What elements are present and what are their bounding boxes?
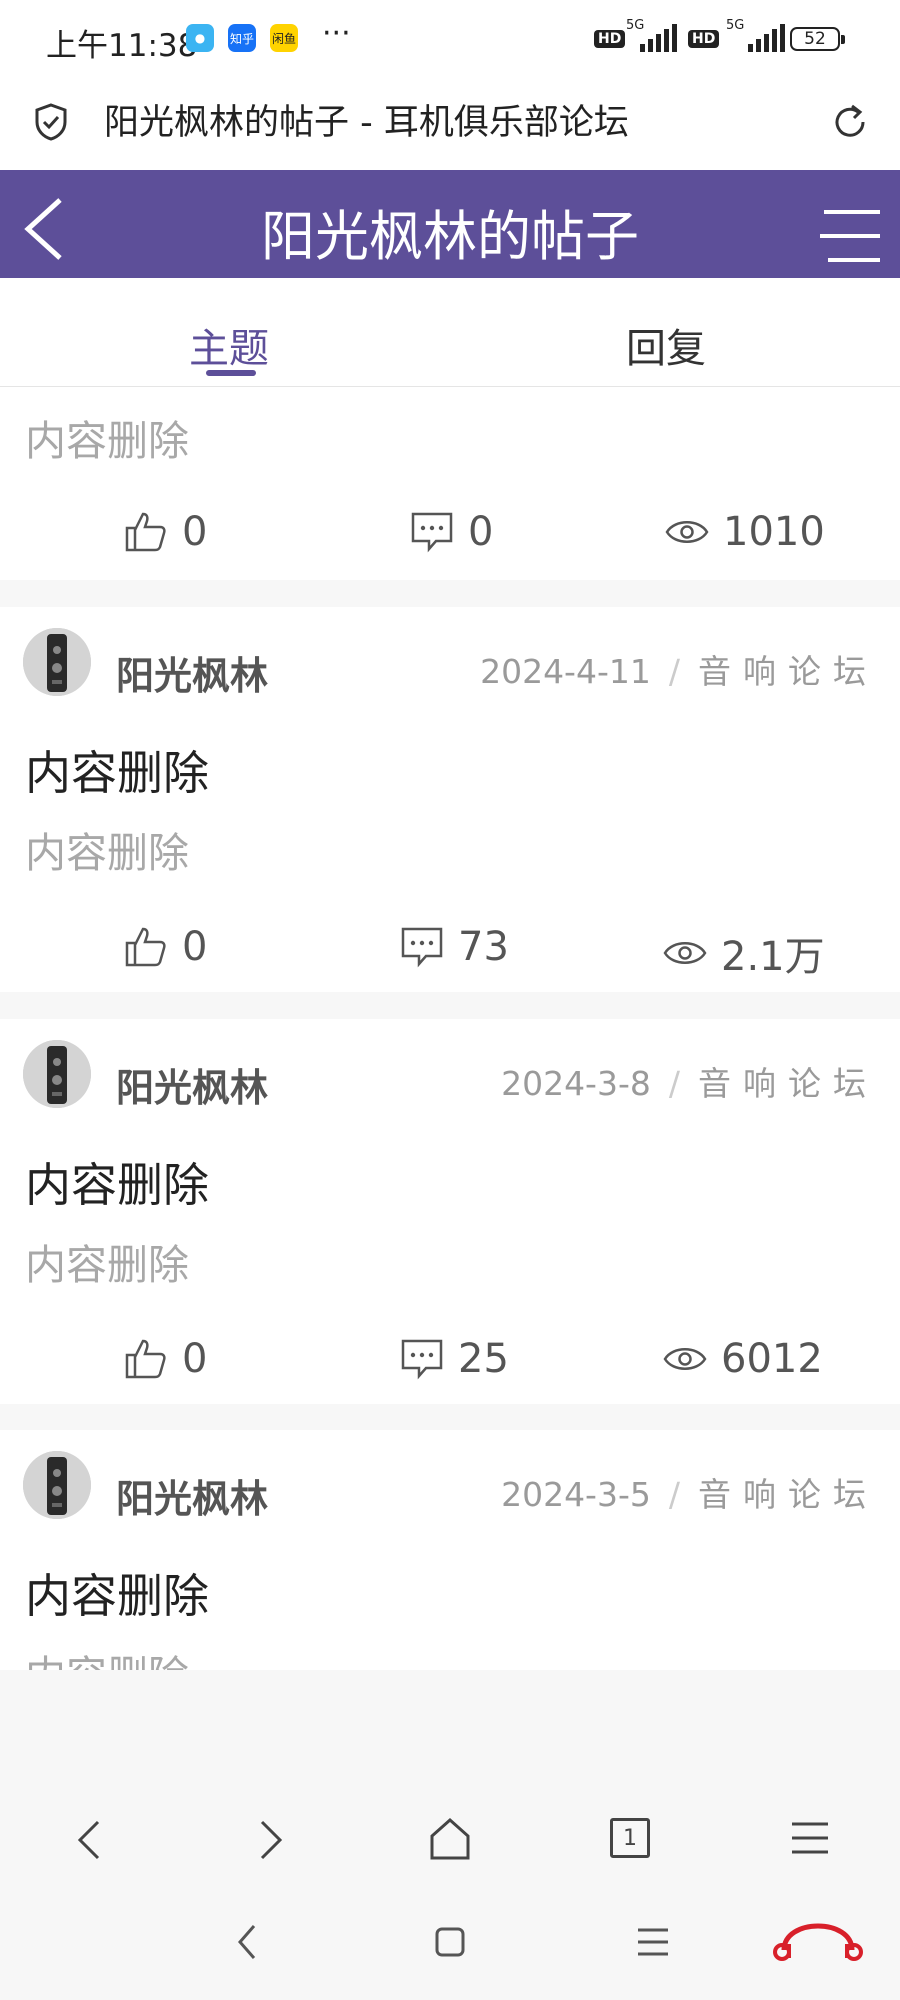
view-stat: 2.1万 (663, 924, 825, 982)
post-date: 2024-3-5 (501, 1475, 651, 1514)
hd-icon: HD (594, 30, 626, 48)
browser-menu-icon[interactable] (790, 1820, 830, 1856)
status-time: 上午11:38 (46, 28, 198, 64)
like-button[interactable]: 0 (124, 924, 207, 970)
eye-icon (663, 942, 707, 964)
signal-icon-2 (748, 22, 785, 52)
system-home-icon[interactable] (434, 1926, 466, 1958)
tab-topics[interactable]: 主题 (189, 316, 269, 374)
comment-icon (401, 1339, 443, 1380)
avatar[interactable] (23, 1040, 91, 1108)
author-name[interactable]: 阳光枫林 (116, 645, 268, 700)
comment-icon (401, 927, 443, 968)
browser-forward-icon[interactable] (252, 1818, 288, 1862)
comment-count: 73 (458, 924, 509, 970)
like-button[interactable]: 0 (124, 1336, 207, 1382)
post-title[interactable]: 内容删除 (25, 737, 209, 803)
xianyu-app-icon: 闲鱼 (270, 24, 298, 52)
forum-name[interactable]: 音响论坛 (698, 652, 878, 691)
network-type-2: 5G (726, 18, 745, 33)
post-card[interactable]: 阳光枫林 2024-3-8/音响论坛 内容删除 内容删除 0 25 6012 (0, 1019, 900, 1404)
comment-count: 25 (458, 1336, 509, 1382)
avatar[interactable] (23, 628, 91, 696)
browser-back-icon[interactable] (72, 1818, 108, 1862)
browser-url-bar[interactable]: 阳光枫林的帖子 - 耳机俱乐部论坛 (0, 78, 900, 170)
tabs-icon[interactable]: 1 (610, 1818, 650, 1858)
comment-button[interactable]: 25 (400, 1336, 509, 1382)
like-count: 0 (182, 924, 208, 970)
more-notifications-icon: ··· (322, 16, 351, 51)
thumbs-up-icon (125, 512, 166, 552)
view-count: 6012 (721, 1336, 823, 1382)
author-name[interactable]: 阳光枫林 (116, 1057, 268, 1112)
post-title[interactable]: 内容删除 (25, 1149, 209, 1215)
like-count: 0 (182, 509, 208, 555)
post-excerpt: 内容删除 (25, 417, 189, 465)
post-title[interactable]: 内容删除 (25, 1560, 209, 1626)
browser-page-title[interactable]: 阳光枫林的帖子 - 耳机俱乐部论坛 (104, 94, 629, 145)
speaker-avatar-icon (23, 1451, 91, 1519)
forum-name[interactable]: 音响论坛 (698, 1475, 878, 1514)
active-tab-indicator (206, 370, 256, 376)
thumbs-up-icon (125, 1339, 166, 1379)
view-stat: 6012 (663, 1336, 823, 1382)
reload-icon[interactable] (828, 100, 872, 144)
hd-icon-2: HD (688, 30, 720, 48)
post-date: 2024-4-11 (480, 652, 651, 691)
system-back-icon[interactable] (234, 1922, 262, 1962)
page-title: 阳光枫林的帖子 (261, 205, 639, 268)
home-icon[interactable] (428, 1816, 472, 1862)
battery-level: 52 (804, 29, 826, 49)
chat-app-icon: ● (186, 24, 214, 52)
headphone-club-logo-icon (773, 1923, 863, 1961)
zhihu-app-icon: 知乎 (228, 24, 256, 52)
comment-icon (411, 512, 453, 553)
system-recents-icon[interactable] (636, 1926, 670, 1958)
post-card[interactable]: 阳光枫林 2024-3-5/音响论坛 内容删除 内容删除 (0, 1430, 900, 1670)
post-date: 2024-3-8 (501, 1064, 651, 1103)
thumbs-up-icon (125, 927, 166, 967)
speaker-avatar-icon (23, 628, 91, 696)
signal-icon (640, 22, 677, 52)
forum-name[interactable]: 音响论坛 (698, 1064, 878, 1103)
comment-button[interactable]: 0 (410, 509, 493, 555)
like-count: 0 (182, 1336, 208, 1382)
view-stat: 1010 (665, 509, 825, 555)
tab-bar: 主题 回复 (0, 278, 900, 387)
eye-icon (663, 1348, 707, 1370)
post-excerpt: 内容删除 (25, 1642, 189, 1670)
status-bar: 上午11:38 ● 知乎 闲鱼 ··· HD 5G HD 5G 52 (0, 0, 900, 78)
tab-replies[interactable]: 回复 (626, 316, 706, 374)
shield-icon[interactable] (34, 102, 68, 142)
view-count: 1010 (723, 509, 825, 555)
tab-count: 1 (623, 1825, 637, 1851)
speaker-avatar-icon (23, 1040, 91, 1108)
view-count: 2.1万 (721, 934, 825, 980)
post-meta: 2024-4-11/音响论坛 (480, 652, 878, 691)
battery-icon: 52 (790, 27, 845, 51)
post-excerpt: 内容删除 (25, 829, 189, 877)
comment-count: 0 (468, 509, 494, 555)
bottom-navigation: 1 (0, 1670, 900, 2000)
like-button[interactable]: 0 (124, 509, 207, 555)
post-card[interactable]: 阳光枫林 2024-4-11/音响论坛 内容删除 内容删除 0 73 2.1万 (0, 607, 900, 992)
menu-button[interactable] (818, 208, 884, 264)
post-card[interactable]: 内容删除 0 0 1010 (0, 387, 900, 580)
comment-button[interactable]: 73 (400, 924, 509, 970)
eye-icon (665, 521, 709, 543)
app-header: 阳光枫林的帖子 (0, 170, 900, 278)
post-excerpt: 内容删除 (25, 1241, 189, 1289)
post-meta: 2024-3-8/音响论坛 (501, 1064, 878, 1103)
author-name[interactable]: 阳光枫林 (116, 1468, 268, 1523)
post-meta: 2024-3-5/音响论坛 (501, 1475, 878, 1514)
avatar[interactable] (23, 1451, 91, 1519)
